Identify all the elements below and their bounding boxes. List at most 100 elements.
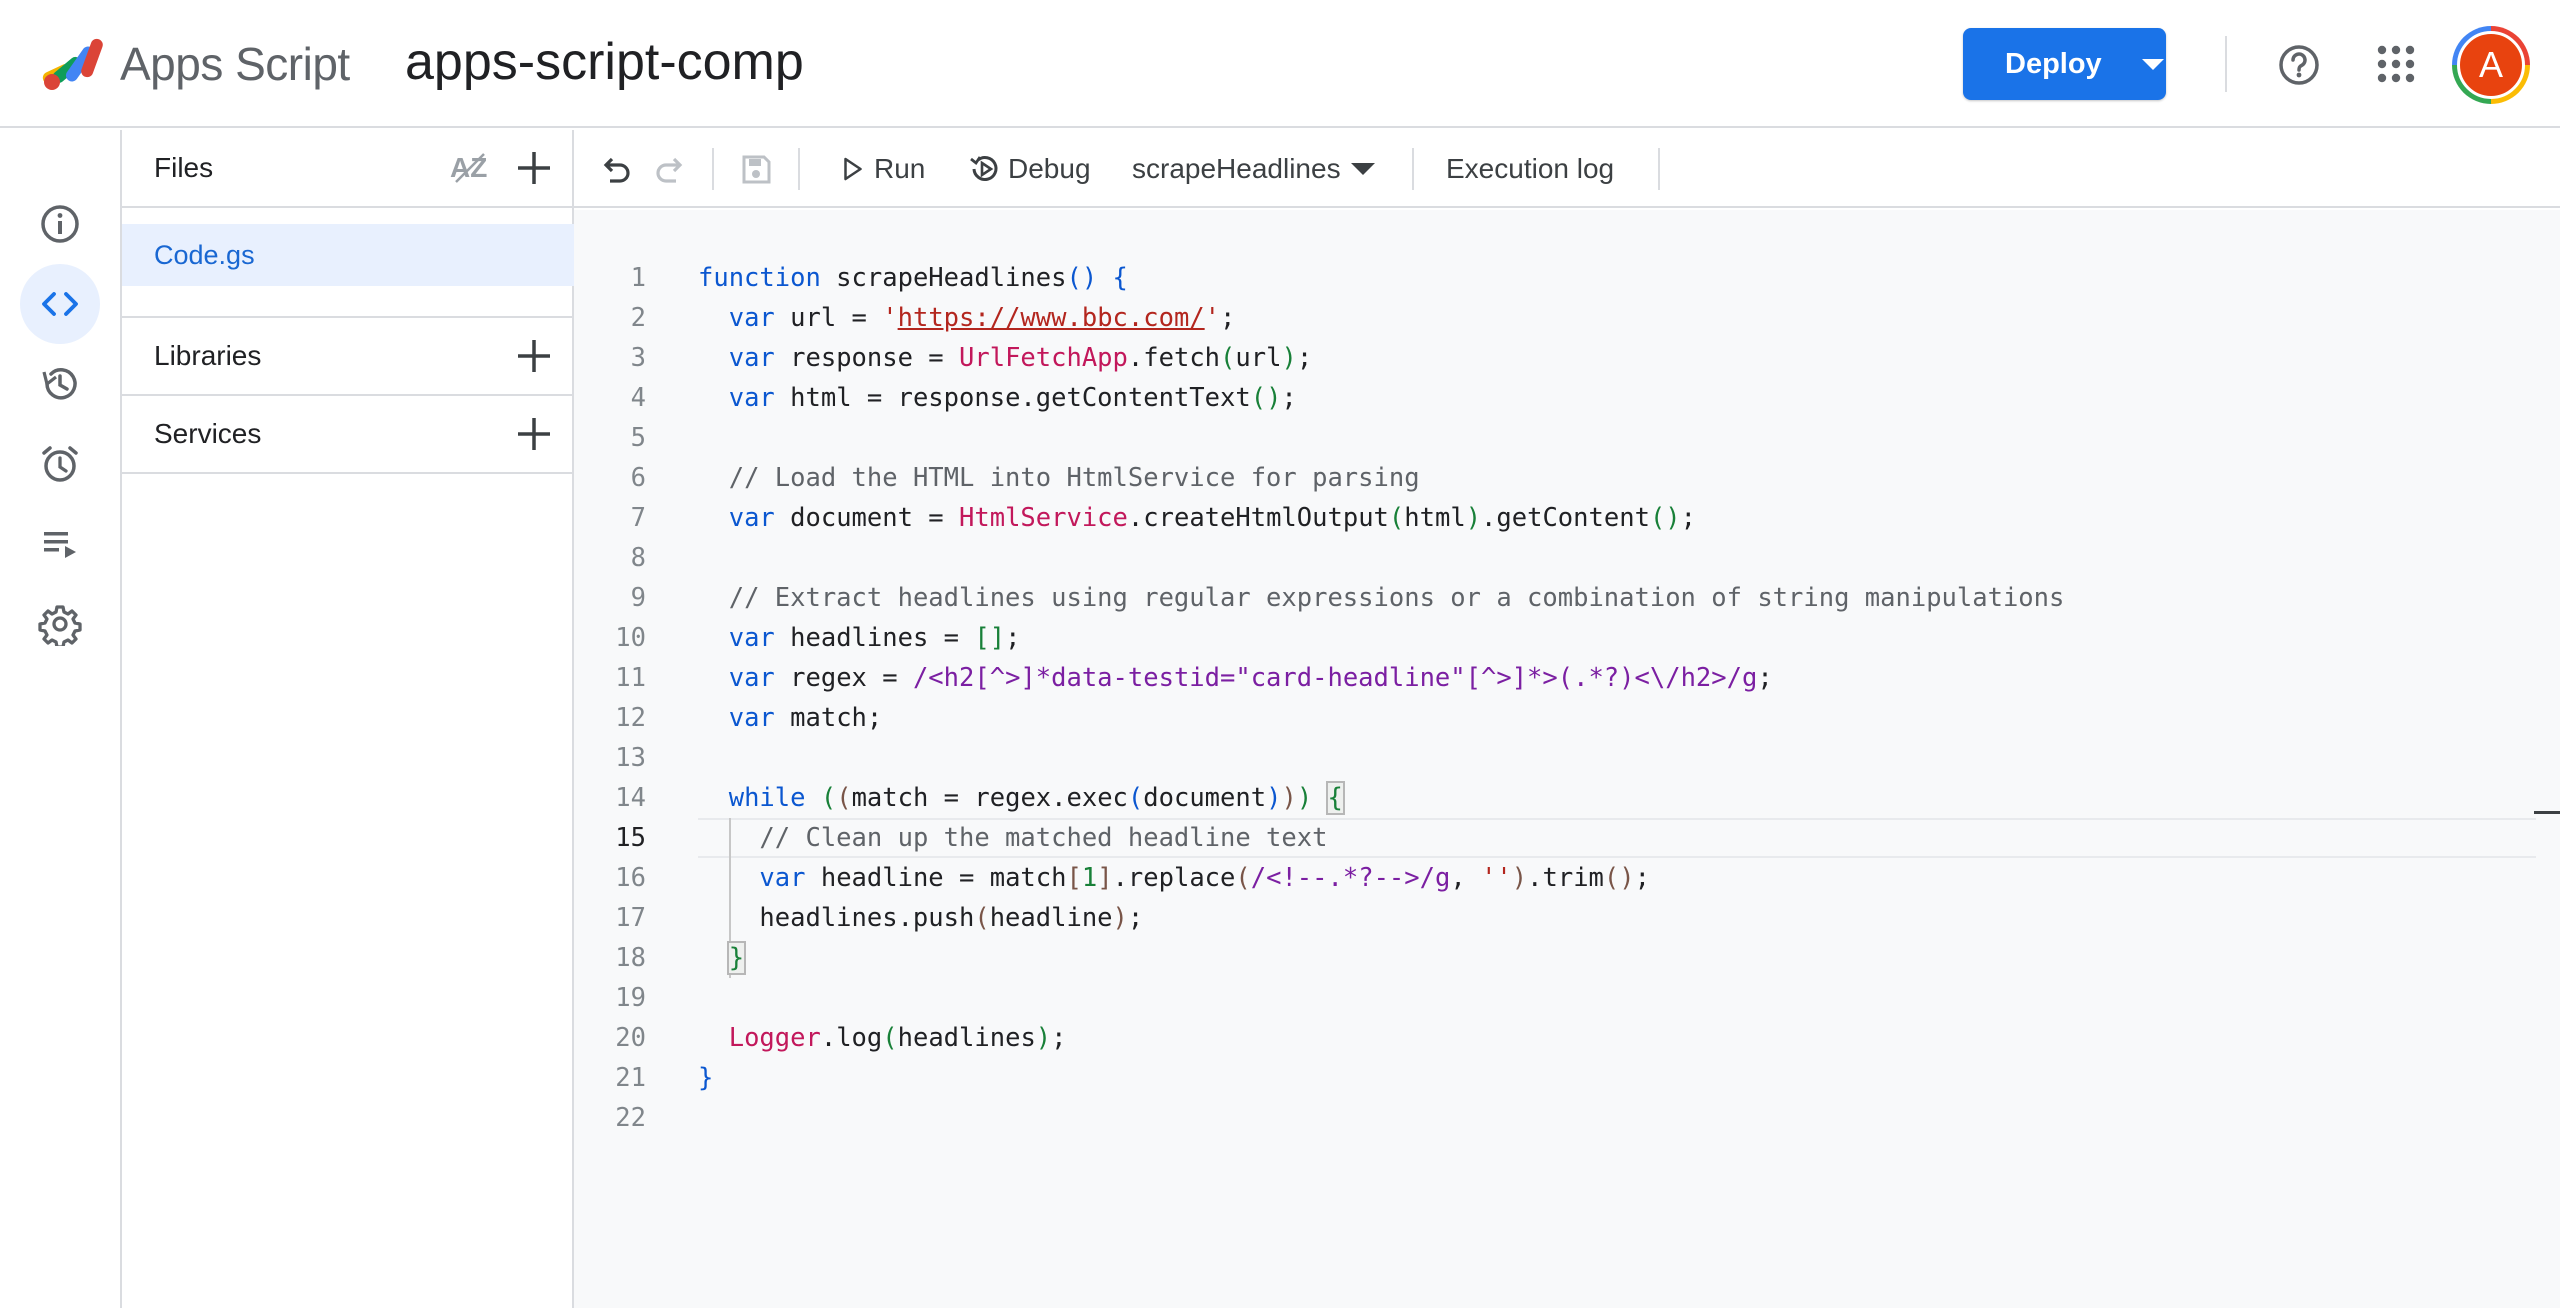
line-number: 2	[630, 303, 646, 333]
line-number: 18	[615, 943, 646, 973]
chevron-down-icon	[1350, 163, 1375, 175]
code-line[interactable]: 8	[574, 538, 2534, 578]
toolbar-divider	[798, 148, 800, 190]
rail-overview[interactable]	[20, 184, 100, 264]
debug-icon	[970, 156, 998, 181]
code-text: var headlines = [];	[728, 623, 1021, 653]
code-text: var match;	[728, 703, 883, 733]
code-line[interactable]: 1 function scrapeHeadlines() {	[574, 258, 2534, 298]
code-text: }	[726, 941, 747, 975]
execution-log-button[interactable]: Execution log	[1446, 149, 1614, 189]
line-number: 15	[615, 823, 646, 853]
code-line[interactable]: 12 var match;	[574, 698, 2534, 738]
header-divider	[2225, 36, 2227, 92]
apps-script-logo-icon[interactable]	[40, 30, 110, 94]
run-label: Run	[874, 153, 926, 184]
code-line[interactable]: 11 var regex = /<h2[^>]*data-testid="car…	[574, 658, 2534, 698]
line-number: 17	[615, 903, 646, 933]
run-button[interactable]: Run	[838, 149, 925, 189]
editor-toolbar: Run Debug scrapeHeadlines Execution log	[574, 130, 2560, 208]
execution-log-label: Execution log	[1446, 153, 1615, 184]
top-app-bar: Apps Script apps-script-comp Deploy A	[0, 0, 2560, 128]
code-line[interactable]: 22	[574, 1098, 2534, 1138]
line-number: 10	[615, 623, 646, 653]
help-icon[interactable]	[2278, 44, 2320, 86]
code-line[interactable]: 13	[574, 738, 2534, 778]
rail-editor[interactable]	[20, 264, 100, 344]
undo-button[interactable]	[598, 149, 634, 189]
line-number: 5	[630, 423, 646, 453]
toolbar-divider	[1658, 148, 1660, 190]
google-apps-icon[interactable]	[2376, 44, 2416, 84]
line-number: 3	[630, 343, 646, 373]
line-number: 8	[630, 543, 646, 573]
code-text: }	[698, 1063, 714, 1093]
code-line[interactable]: 18 }	[574, 938, 2534, 978]
deploy-button[interactable]: Deploy	[1963, 28, 2166, 100]
add-library-icon[interactable]	[514, 336, 554, 376]
code-line[interactable]: 20 Logger.log(headlines);	[574, 1018, 2534, 1058]
file-list: Code.gs	[122, 208, 574, 318]
code-line[interactable]: 2 var url = 'https://www.bbc.com/';	[574, 298, 2534, 338]
files-panel: Files AZ Code.gs Libraries Services	[122, 130, 574, 1308]
code-line[interactable]: 15 // Clean up the matched headline text	[574, 818, 2534, 858]
undo-icon	[603, 157, 630, 183]
code-line[interactable]: 21}	[574, 1058, 2534, 1098]
line-number: 9	[630, 583, 646, 613]
save-icon	[742, 155, 771, 184]
account-avatar[interactable]: A	[2452, 26, 2530, 104]
code-line[interactable]: 4 var html = response.getContentText();	[574, 378, 2534, 418]
code-text: var headline = match[1].replace(/<!--.*?…	[759, 863, 1650, 893]
code-text: function scrapeHeadlines() {	[698, 263, 1128, 293]
code-line[interactable]: 3 var response = UrlFetchApp.fetch(url);	[574, 338, 2534, 378]
line-number: 20	[615, 1023, 646, 1053]
sort-az-icon[interactable]: AZ	[444, 148, 490, 188]
history-icon	[42, 368, 77, 400]
services-section: Services	[122, 396, 572, 474]
project-title[interactable]: apps-script-comp	[405, 30, 804, 94]
code-editor[interactable]: 1 function scrapeHeadlines() { 2 var url =…	[574, 210, 2560, 1308]
debug-button[interactable]: Debug	[966, 149, 1091, 189]
sort-arrow-icon	[455, 153, 485, 183]
executions-icon	[44, 532, 76, 558]
redo-button[interactable]	[652, 149, 688, 189]
code-text: // Load the HTML into HtmlService for pa…	[728, 463, 1420, 493]
code-line[interactable]: 17 headlines.push(headline);	[574, 898, 2534, 938]
add-service-icon[interactable]	[514, 414, 554, 454]
add-file-icon[interactable]	[514, 148, 554, 188]
code-line[interactable]: 10 var headlines = [];	[574, 618, 2534, 658]
rail-executions[interactable]	[20, 504, 100, 584]
code-icon	[42, 292, 78, 316]
code-line[interactable]: 5	[574, 418, 2534, 458]
chevron-down-icon	[2141, 58, 2164, 70]
code-text: var document = HtmlService.createHtmlOut…	[728, 503, 1697, 533]
scrollbar-marker[interactable]	[2534, 811, 2560, 814]
line-number: 7	[630, 503, 646, 533]
code-line[interactable]: 16 var headline = match[1].replace(/<!--…	[574, 858, 2534, 898]
code-text: headlines.push(headline);	[698, 903, 1144, 933]
line-number: 16	[615, 863, 646, 893]
line-number: 22	[615, 1103, 646, 1133]
rail-settings[interactable]	[20, 584, 100, 664]
code-text: // Extract headlines using regular expre…	[728, 583, 2065, 613]
rail-project-history[interactable]	[20, 344, 100, 424]
code-text: Logger.log(headlines);	[728, 1023, 1067, 1053]
save-button[interactable]	[738, 149, 774, 189]
code-line[interactable]: 6 // Load the HTML into HtmlService for …	[574, 458, 2534, 498]
line-number: 21	[615, 1063, 646, 1093]
function-select[interactable]: scrapeHeadlines	[1132, 149, 1375, 189]
code-line[interactable]: 9 // Extract headlines using regular exp…	[574, 578, 2534, 618]
file-item-code-gs[interactable]: Code.gs	[122, 224, 574, 286]
code-text: var html = response.getContentText();	[728, 383, 1297, 413]
code-line[interactable]: 14 while ((match = regex.exec(document))…	[574, 778, 2534, 818]
code-line[interactable]: 19	[574, 978, 2534, 1018]
line-number: 12	[615, 703, 646, 733]
alarm-icon	[42, 446, 78, 482]
line-number: 1	[630, 263, 646, 293]
line-number: 19	[615, 983, 646, 1013]
rail-triggers[interactable]	[20, 424, 100, 504]
play-icon	[844, 157, 862, 181]
deploy-button-label: Deploy	[2005, 47, 2102, 80]
app-name[interactable]: Apps Script	[120, 34, 350, 94]
code-line[interactable]: 7 var document = HtmlService.createHtmlO…	[574, 498, 2534, 538]
